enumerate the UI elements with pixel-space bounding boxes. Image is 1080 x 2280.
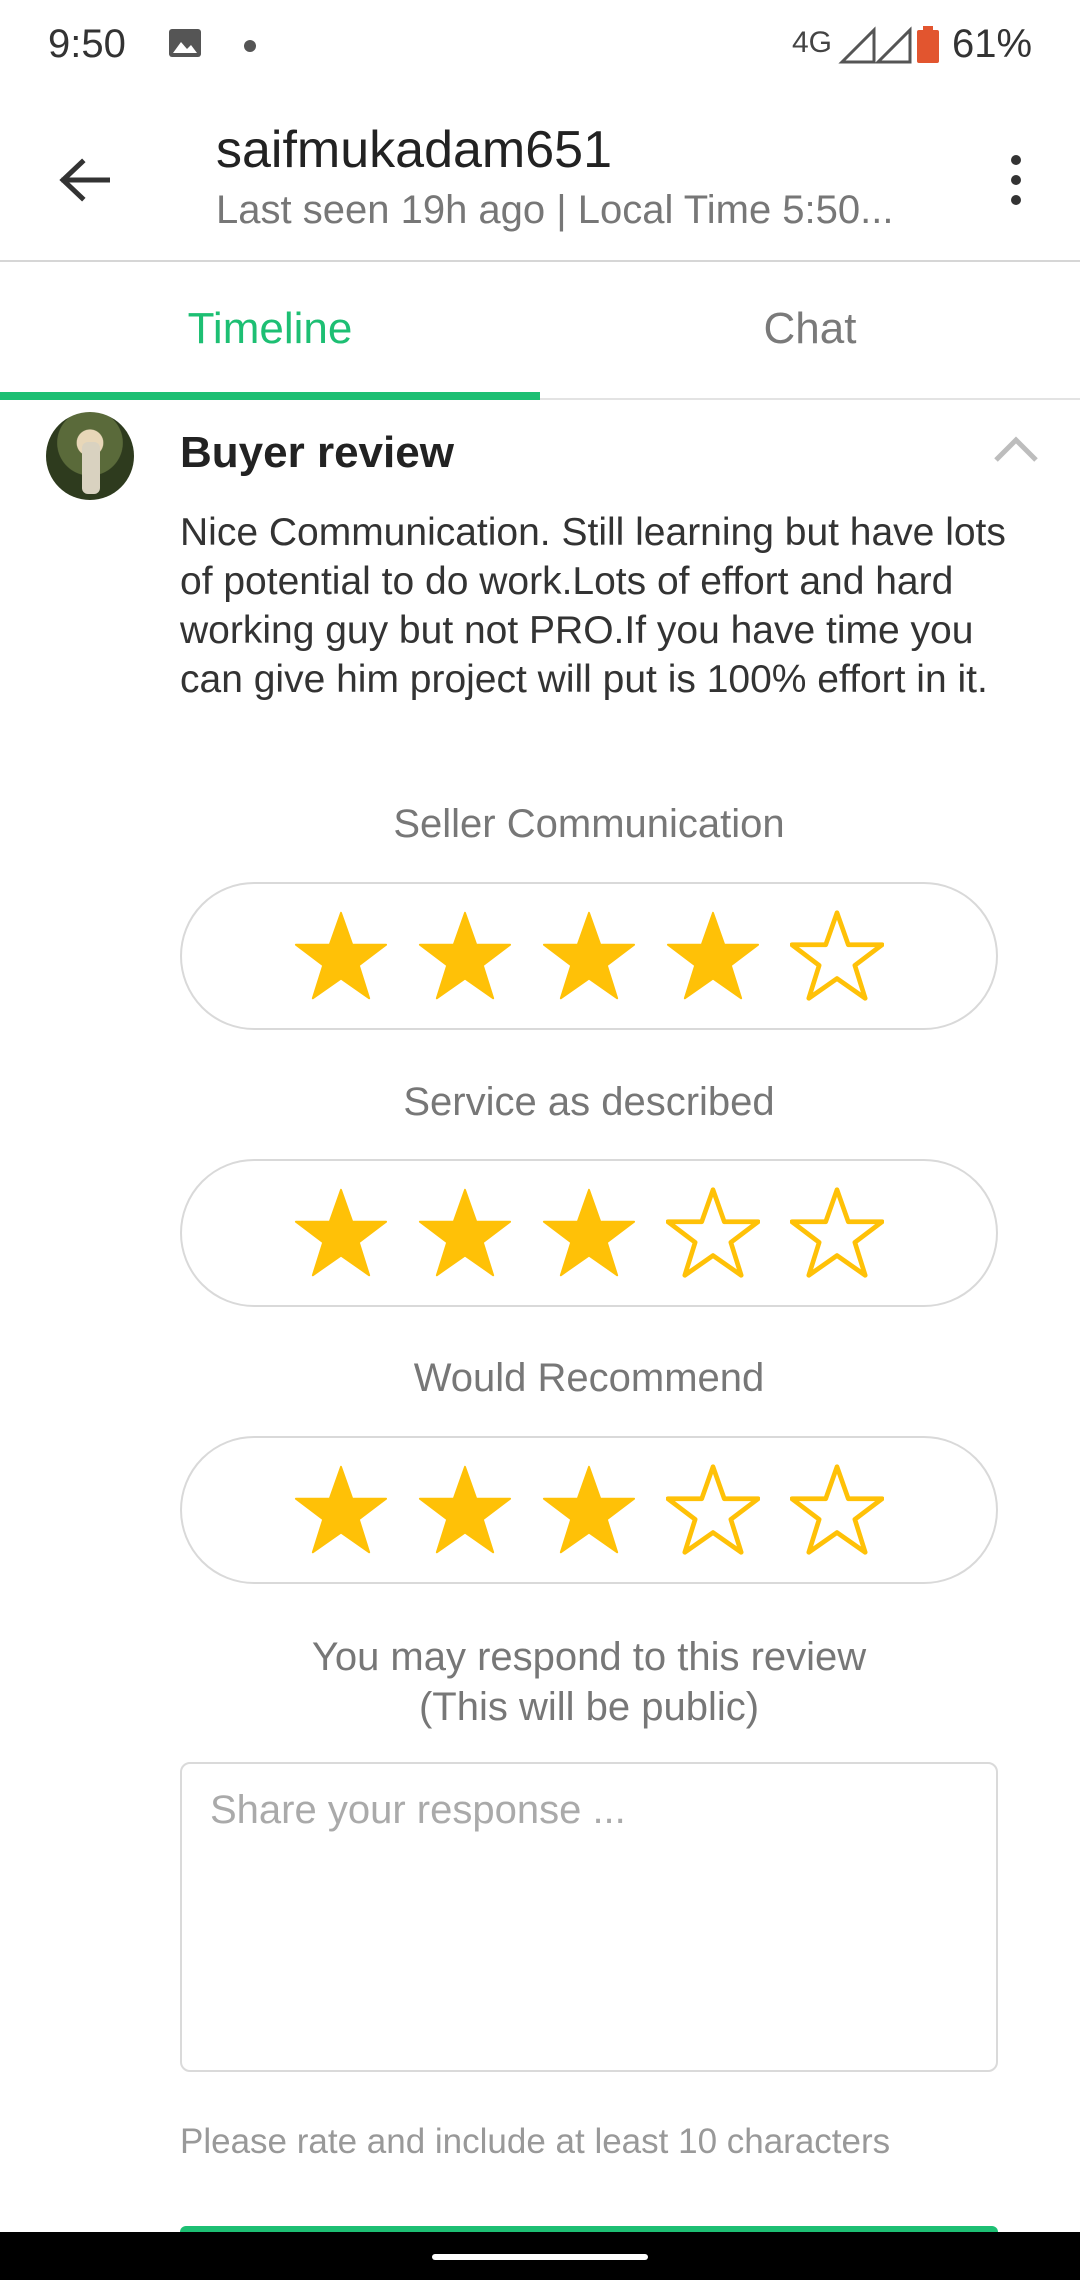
more-options-button[interactable] — [992, 144, 1040, 216]
response-input[interactable] — [210, 1788, 968, 2046]
rating-seller-communication[interactable] — [180, 882, 998, 1030]
rating-service-as-described[interactable] — [180, 1159, 998, 1307]
respond-prompt-line1: You may respond to this review — [311, 1635, 867, 1679]
app-bar: saifmukadam651 Last seen 19h ago | Local… — [0, 92, 1080, 262]
home-handle[interactable] — [432, 2254, 648, 2260]
back-button[interactable] — [48, 144, 120, 216]
response-hint: Please rate and include at least 10 char… — [180, 2122, 891, 2161]
image-notification-icon — [169, 29, 201, 57]
star-filled-icon[interactable] — [542, 909, 636, 1003]
star-outline-icon[interactable] — [790, 1463, 884, 1557]
star-filled-icon[interactable] — [294, 909, 388, 1003]
battery-percent: 61% — [952, 22, 1033, 66]
response-field[interactable] — [180, 1762, 998, 2072]
battery-icon — [917, 26, 939, 63]
chevron-up-icon[interactable] — [990, 430, 1042, 470]
star-outline-icon[interactable] — [790, 909, 884, 1003]
star-outline-icon[interactable] — [666, 1463, 760, 1557]
tab-chat[interactable]: Chat — [540, 262, 1080, 396]
status-time: 9:50 — [48, 22, 126, 66]
star-outline-icon[interactable] — [666, 1186, 760, 1280]
star-filled-icon[interactable] — [542, 1463, 636, 1557]
more-vert-icon — [1011, 155, 1021, 165]
status-bar: 9:50 4G 61% — [0, 0, 1080, 92]
signal-icon — [838, 26, 912, 64]
star-filled-icon[interactable] — [418, 1463, 512, 1557]
respond-prompt: You may respond to this review (This wil… — [180, 1632, 998, 1732]
tab-timeline[interactable]: Timeline — [0, 262, 540, 396]
star-filled-icon[interactable] — [294, 1463, 388, 1557]
star-filled-icon[interactable] — [666, 909, 760, 1003]
star-filled-icon[interactable] — [542, 1186, 636, 1280]
last-seen-status: Last seen 19h ago | Local Time 5:50... — [216, 188, 894, 232]
star-filled-icon[interactable] — [294, 1186, 388, 1280]
reviewer-avatar — [46, 412, 134, 500]
star-filled-icon[interactable] — [418, 909, 512, 1003]
tab-bar: Timeline Chat — [0, 262, 1080, 400]
review-title: Buyer review — [180, 428, 454, 477]
network-type: 4G — [792, 26, 833, 59]
rating-label-seller-communication: Seller Communication — [393, 802, 785, 846]
active-tab-indicator — [0, 392, 540, 400]
rating-label-would-recommend: Would Recommend — [413, 1356, 765, 1400]
star-outline-icon[interactable] — [790, 1186, 884, 1280]
star-filled-icon[interactable] — [418, 1186, 512, 1280]
contact-username: saifmukadam651 — [216, 121, 612, 179]
rating-label-service-as-described: Service as described — [403, 1080, 775, 1124]
respond-prompt-line2: (This will be public) — [418, 1685, 760, 1729]
notification-dot-icon — [244, 40, 256, 52]
back-arrow-icon — [59, 158, 110, 202]
review-text: Nice Communication. Still learning but h… — [180, 511, 1006, 701]
rating-would-recommend[interactable] — [180, 1436, 998, 1584]
